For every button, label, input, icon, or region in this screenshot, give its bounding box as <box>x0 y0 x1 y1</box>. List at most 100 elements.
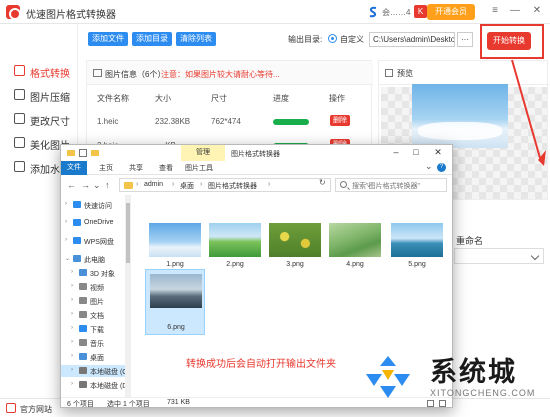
app-title: 优速图片格式转换器 <box>26 10 116 21</box>
row1-name: 1.heic <box>97 117 119 126</box>
new-folder-icon[interactable] <box>91 149 99 157</box>
start-convert-button[interactable]: 开始转换 <box>487 32 531 50</box>
thumbnail-meadow <box>209 223 261 257</box>
properties-icon[interactable] <box>79 149 87 157</box>
close-button[interactable]: ✕ <box>530 4 544 18</box>
nav-item-local-disk-c[interactable]: › 本地磁盘 (C: <box>61 365 130 377</box>
tab-picture-tools[interactable]: 图片工具 <box>185 163 213 173</box>
thumbnail-seaside <box>391 223 443 257</box>
rename-select[interactable] <box>454 248 544 264</box>
search-icon <box>340 181 347 188</box>
back-arrow-icon[interactable]: ← <box>67 180 76 190</box>
custom-radio[interactable] <box>328 34 337 43</box>
app-titlebar: 优速图片格式转换器 会……4 K 开通会员 ≡ — ✕ <box>0 0 550 24</box>
file-name: 1.png <box>166 261 184 268</box>
nav-item-onedrive[interactable]: › OneDrive <box>61 217 130 229</box>
explorer-minimize-button[interactable]: – <box>391 147 401 158</box>
add-file-button[interactable]: 添加文件 <box>88 32 128 46</box>
up-arrow-icon[interactable]: ↑ <box>105 180 110 190</box>
recent-dropdown-icon[interactable]: ⌄ <box>93 180 101 191</box>
beautify-icon <box>14 137 25 148</box>
address-bar[interactable]: › admin › 桌面 › 图片格式转换器 › ⌄ <box>119 178 372 192</box>
selected-size: 731 KB <box>167 399 190 406</box>
watermark-logo <box>366 356 410 398</box>
sidebar-item-resize[interactable]: 更改尺寸 <box>0 108 78 130</box>
forward-arrow-icon[interactable]: → <box>81 180 90 190</box>
website-icon <box>6 403 16 413</box>
output-path-input[interactable]: C:\Users\admin\Deskto <box>369 32 455 47</box>
menu-button[interactable]: ≡ <box>488 4 502 18</box>
browse-button[interactable]: ··· <box>457 32 473 47</box>
file-item-1[interactable]: 1.png <box>149 223 201 271</box>
address-folder-icon <box>124 182 133 189</box>
nav-item-videos[interactable]: › 视频 <box>61 281 130 293</box>
column-header-size: 大小 <box>155 94 171 103</box>
preview-image <box>412 84 508 148</box>
row1-delete-button[interactable]: 删除 <box>330 115 350 126</box>
file-item-4[interactable]: 4.png <box>329 223 381 271</box>
tab-share[interactable]: 共享 <box>129 163 143 173</box>
manage-tab[interactable]: 管理 <box>181 145 225 161</box>
nav-item-downloads[interactable]: › 下载 <box>61 323 130 335</box>
output-dir-label: 输出目录: <box>288 35 323 44</box>
explorer-ribbon: 文件 主页 共享 查看 图片工具 ⌄ ? <box>61 161 452 175</box>
official-website-link[interactable]: 官方网站 <box>20 404 52 415</box>
minimize-button[interactable]: — <box>508 4 522 18</box>
folder-icon <box>67 150 75 156</box>
tab-home[interactable]: 主页 <box>99 163 113 173</box>
clear-list-button[interactable]: 清除列表 <box>176 32 216 46</box>
nav-item-this-pc[interactable]: ⌄ 此电脑 <box>61 253 130 265</box>
video-icon <box>79 283 87 290</box>
tab-file[interactable]: 文件 <box>61 161 87 175</box>
nav-label: 3D 对象 <box>90 271 115 278</box>
explorer-close-button[interactable]: ✕ <box>433 147 443 158</box>
breadcrumb-converter[interactable]: 图片格式转换器 <box>208 181 257 191</box>
nav-item-3d-objects[interactable]: › 3D 对象 <box>61 267 130 279</box>
row1-progress-bar <box>273 119 309 125</box>
file-list-title: 图片信息（6个） <box>105 70 166 79</box>
file-name: 6.png <box>167 324 185 331</box>
explorer-titlebar: 管理 图片格式转换器 – □ ✕ <box>61 145 452 161</box>
thumbnail-field <box>329 223 381 257</box>
sidebar-item-convert[interactable]: 格式转换 <box>0 60 78 82</box>
row1-size: 232.38KB <box>155 117 191 126</box>
custom-label: 自定义 <box>340 35 364 44</box>
details-view-icon[interactable] <box>427 400 434 407</box>
nav-label: 本地磁盘 (C: <box>90 369 130 376</box>
file-name: 3.png <box>286 261 304 268</box>
preview-label: 预览 <box>397 69 413 78</box>
nav-item-quick-access[interactable]: › 快速访问 <box>61 199 130 211</box>
column-header-progress: 进度 <box>273 94 289 103</box>
explorer-maximize-button[interactable]: □ <box>411 147 421 158</box>
large-icons-view-icon[interactable] <box>439 400 446 407</box>
music-icon <box>79 339 87 346</box>
nav-item-music[interactable]: › 音乐 <box>61 337 130 349</box>
breadcrumb-desktop[interactable]: 桌面 <box>180 181 194 191</box>
ribbon-expand-icon[interactable]: ⌄ <box>425 161 433 172</box>
nav-item-desktop[interactable]: › 桌面 <box>61 351 130 363</box>
nav-label: 本地磁盘 (D <box>90 383 128 390</box>
sidebar-item-label: 图片压缩 <box>30 93 70 104</box>
tab-view[interactable]: 查看 <box>159 163 173 173</box>
nav-scrollbar[interactable] <box>125 195 131 397</box>
refresh-icon[interactable]: ↻ <box>319 178 326 187</box>
nav-item-documents[interactable]: › 文档 <box>61 309 130 321</box>
add-directory-button[interactable]: 添加目录 <box>132 32 172 46</box>
nav-scrollbar-thumb[interactable] <box>126 203 130 263</box>
sidebar-item-compress[interactable]: 图片压缩 <box>0 84 78 106</box>
nav-item-local-disk-d[interactable]: › 本地磁盘 (D <box>61 379 130 391</box>
open-vip-button[interactable]: 开通会员 <box>427 4 475 20</box>
nav-label: WPS网盘 <box>84 239 114 246</box>
picture-icon <box>79 297 87 304</box>
thumbnail-lake <box>150 274 202 308</box>
file-item-5[interactable]: 5.png <box>391 223 443 271</box>
file-item-3[interactable]: 3.png <box>269 223 321 271</box>
file-item-6[interactable]: 6.png <box>145 269 205 335</box>
file-item-2[interactable]: 2.png <box>209 223 261 271</box>
nav-item-wps-drive[interactable]: › WPS网盘 <box>61 235 130 247</box>
help-icon[interactable]: ? <box>437 163 446 172</box>
nav-label: 文档 <box>90 313 104 320</box>
nav-item-pictures[interactable]: › 图片 <box>61 295 130 307</box>
breadcrumb-admin[interactable]: admin <box>144 181 163 188</box>
search-input[interactable]: 搜索"图片格式转换器" <box>335 178 447 192</box>
